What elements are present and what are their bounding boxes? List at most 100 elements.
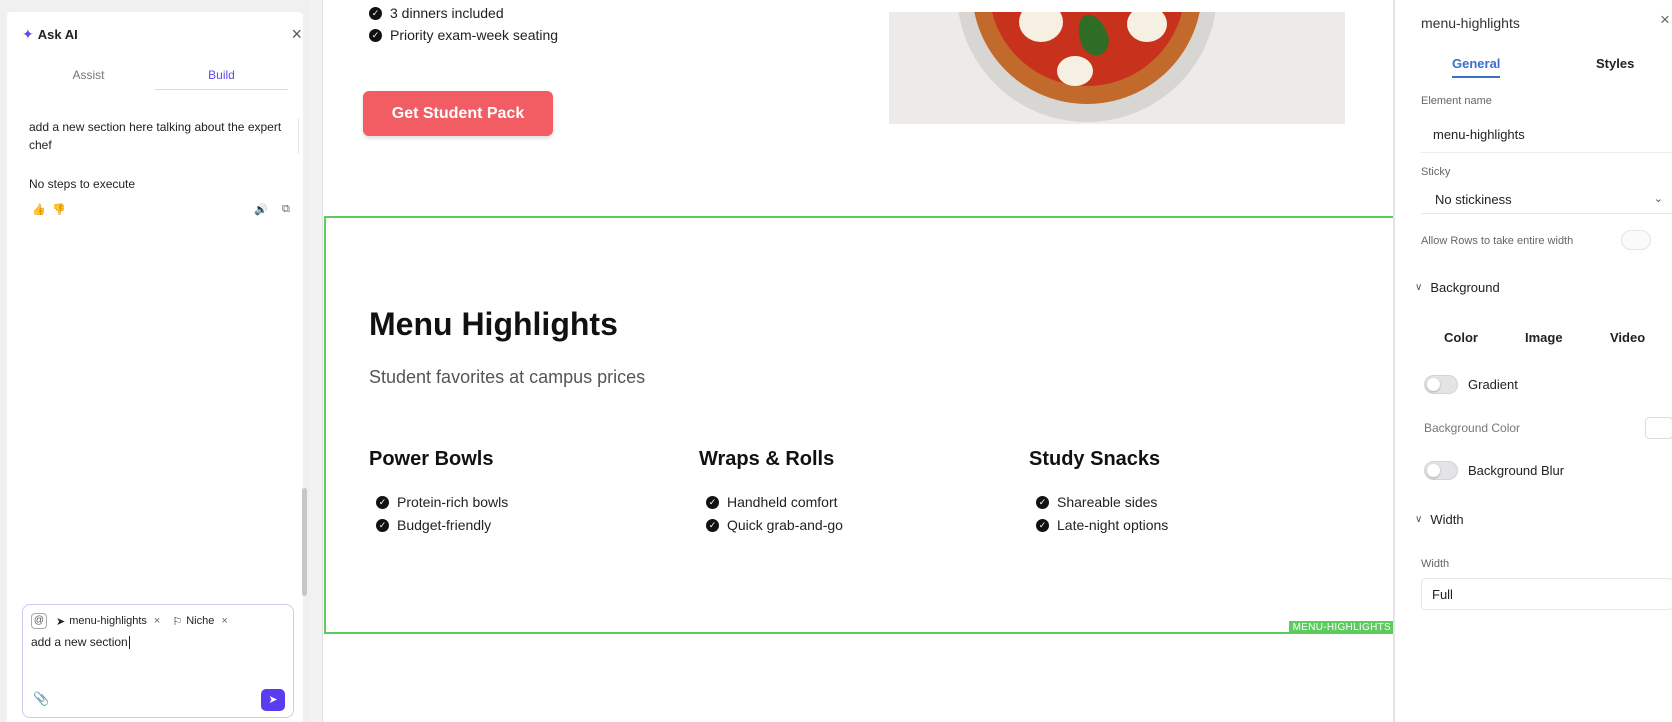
- check-circle-icon: ✓: [376, 519, 389, 532]
- menu-highlights-section[interactable]: Menu Highlights Student favorites at cam…: [324, 216, 1393, 634]
- page-canvas: ✓ 3 dinners included ✓ Priority exam-week …: [322, 0, 1394, 722]
- list-item: ✓ Shareable sides: [1036, 491, 1329, 514]
- prompt-input-text: add a new section: [31, 635, 128, 649]
- background-blur-label: Background Blur: [1468, 463, 1565, 478]
- sparkle-icon: ✦: [22, 25, 34, 42]
- context-chip-niche[interactable]: ⚐ Niche ×: [169, 615, 230, 628]
- chevron-down-icon: ⌄: [1653, 193, 1663, 205]
- tab-assist[interactable]: Assist: [22, 64, 155, 90]
- flag-icon: ⚐: [172, 615, 183, 628]
- check-circle-icon: ✓: [706, 519, 719, 532]
- gradient-toggle[interactable]: [1424, 375, 1458, 394]
- list-item: ✓ Quick grab-and-go: [706, 514, 999, 537]
- check-circle-icon: ✓: [706, 496, 719, 509]
- item-text: Budget-friendly: [397, 517, 492, 533]
- background-section-header[interactable]: ∨ Background: [1415, 280, 1500, 295]
- tab-styles[interactable]: Styles: [1596, 56, 1634, 71]
- width-section-header[interactable]: ∨ Width: [1415, 512, 1464, 527]
- background-blur-toggle[interactable]: [1424, 461, 1458, 480]
- text-caret: [128, 636, 130, 650]
- remove-chip-icon[interactable]: ×: [221, 615, 227, 627]
- send-button[interactable]: ➤: [261, 689, 285, 711]
- ask-ai-tabs: Assist Build: [22, 64, 288, 90]
- sticky-label: Sticky: [1421, 166, 1451, 178]
- tab-image[interactable]: Image: [1525, 330, 1563, 345]
- sticky-select[interactable]: No stickiness ⌄: [1421, 186, 1672, 214]
- pizza-image[interactable]: [889, 12, 1345, 124]
- list-item: ✓ Handheld comfort: [706, 491, 999, 514]
- gradient-row: Gradient: [1424, 375, 1518, 394]
- feature-list: ✓ 3 dinners included ✓ Priority exam-week …: [369, 2, 558, 46]
- mozzarella-shape: [1057, 56, 1093, 86]
- section-title: Menu Highlights: [369, 306, 618, 342]
- cursor-pointer-icon: ➤: [56, 615, 66, 628]
- close-icon[interactable]: ×: [291, 24, 302, 44]
- chevron-down-icon: ∨: [1415, 282, 1423, 293]
- ai-status-text: No steps to execute: [29, 177, 136, 191]
- ask-ai-panel: ✦ Ask AI × Assist Build add a new sectio…: [0, 0, 310, 722]
- close-icon[interactable]: ×: [1660, 10, 1670, 30]
- column-title: Wraps & Rolls: [699, 448, 835, 470]
- tab-general[interactable]: General: [1452, 56, 1501, 78]
- width-select[interactable]: Full: [1421, 578, 1672, 610]
- background-color-label: Background Color: [1424, 421, 1521, 435]
- chat-scrollbar[interactable]: [302, 488, 307, 596]
- gradient-label: Gradient: [1468, 377, 1518, 392]
- context-chips: @ ➤ menu-highlights × ⚐ Niche ×: [31, 613, 231, 629]
- menu-column: Wraps & Rolls ✓ Handheld comfort ✓ Quick g…: [699, 448, 999, 537]
- divider: [1421, 152, 1672, 153]
- properties-tabs: General Styles: [1421, 56, 1672, 86]
- properties-title: menu-highlights: [1421, 15, 1520, 31]
- chip-label: menu-highlights: [69, 615, 147, 627]
- thumbs-down-icon[interactable]: 👎: [52, 203, 66, 216]
- thumbs-up-icon[interactable]: 👍: [32, 203, 46, 216]
- background-blur-row: Background Blur: [1424, 461, 1564, 480]
- check-circle-icon: ✓: [369, 6, 382, 20]
- ask-ai-header: ✦ Ask AI ×: [22, 24, 302, 44]
- attach-icon[interactable]: 📎: [33, 691, 49, 707]
- prompt-composer[interactable]: @ ➤ menu-highlights × ⚐ Niche × add a ne…: [22, 604, 294, 718]
- message-actions: 👍 👎 🔊 ⧉: [32, 203, 300, 219]
- element-name-label: Element name: [1421, 95, 1492, 107]
- element-name-field[interactable]: menu-highlights: [1433, 127, 1525, 142]
- item-text: Late-night options: [1057, 517, 1169, 533]
- check-circle-icon: ✓: [1036, 519, 1049, 532]
- prompt-input[interactable]: add a new section: [31, 635, 130, 650]
- feature-text: 3 dinners included: [390, 5, 504, 21]
- copy-icon[interactable]: ⧉: [282, 203, 290, 216]
- tab-build[interactable]: Build: [155, 64, 288, 90]
- tab-color[interactable]: Color: [1444, 330, 1478, 345]
- sticky-select-value: No stickiness: [1435, 192, 1512, 207]
- previous-prompt-message: add a new section here talking about the…: [29, 118, 299, 154]
- check-circle-icon: ✓: [376, 496, 389, 509]
- background-color-swatch[interactable]: [1645, 417, 1672, 439]
- item-text: Handheld comfort: [727, 494, 838, 510]
- background-heading: Background: [1430, 280, 1500, 295]
- allow-rows-label: Allow Rows to take entire width: [1421, 235, 1574, 247]
- mention-icon[interactable]: @: [31, 613, 47, 629]
- selected-element-tag[interactable]: MENU-HIGHLIGHTS: [1288, 621, 1393, 634]
- check-circle-icon: ✓: [1036, 496, 1049, 509]
- section-subtitle: Student favorites at campus prices: [369, 367, 646, 387]
- menu-column: Study Snacks ✓ Shareable sides ✓ Late-nigh…: [1029, 448, 1329, 537]
- item-text: Quick grab-and-go: [727, 517, 843, 533]
- list-item: ✓ Protein-rich bowls: [376, 491, 669, 514]
- remove-chip-icon[interactable]: ×: [154, 615, 160, 627]
- feature-text: Priority exam-week seating: [390, 27, 559, 43]
- chip-label: Niche: [186, 615, 215, 627]
- get-student-pack-button[interactable]: Get Student Pack: [363, 91, 553, 136]
- check-circle-icon: ✓: [369, 28, 382, 42]
- properties-panel: menu-highlights × General Styles Element…: [1394, 0, 1672, 722]
- chevron-down-icon: ∨: [1415, 514, 1423, 525]
- list-item: ✓ Late-night options: [1036, 514, 1329, 537]
- column-title: Study Snacks: [1029, 448, 1161, 470]
- context-chip-element[interactable]: ➤ menu-highlights ×: [53, 615, 163, 628]
- speaker-icon[interactable]: 🔊: [254, 203, 268, 216]
- allow-rows-toggle[interactable]: [1621, 230, 1651, 250]
- menu-column: Power Bowls ✓ Protein-rich bowls ✓ Budget-…: [369, 448, 669, 537]
- list-item: ✓ 3 dinners included: [369, 2, 558, 24]
- list-item: ✓ Priority exam-week seating: [369, 24, 558, 46]
- tab-video[interactable]: Video: [1610, 330, 1645, 345]
- item-text: Protein-rich bowls: [397, 494, 509, 510]
- item-text: Shareable sides: [1057, 494, 1158, 510]
